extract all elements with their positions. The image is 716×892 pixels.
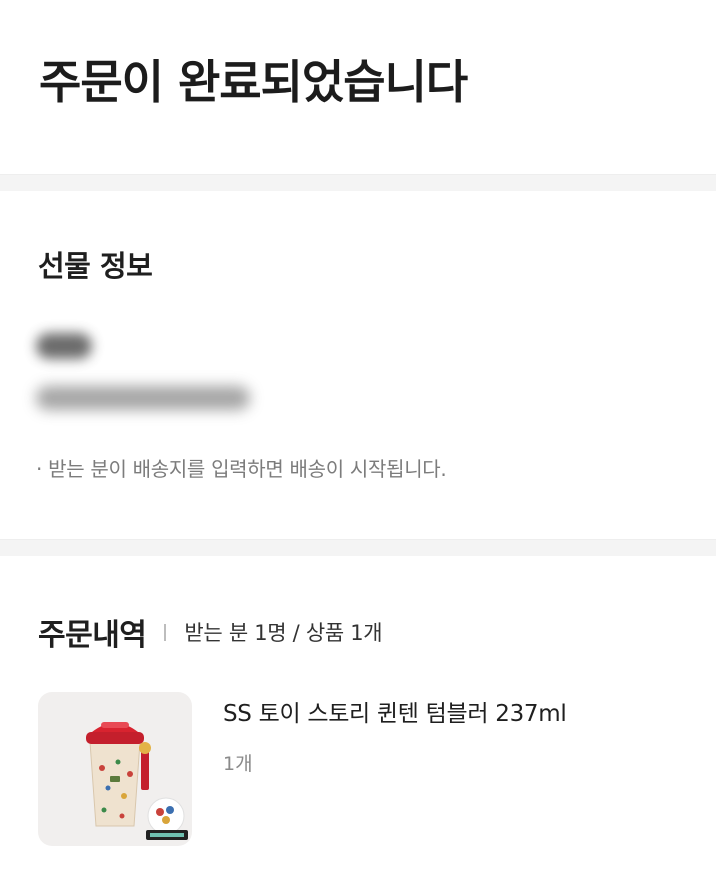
delivery-notice: · 받는 분이 배송지를 입력하면 배송이 시작됩니다. — [36, 457, 447, 481]
order-summary: 받는 분 1명 / 상품 1개 — [184, 621, 383, 645]
order-history-title: 주문내역 — [38, 618, 147, 653]
order-complete-header: 주문이 완료되었습니다 — [0, 0, 716, 174]
recipient-name-redacted — [36, 333, 92, 359]
recipient-phone-redacted — [36, 386, 250, 410]
page-title: 주문이 완료되었습니다 — [39, 55, 468, 109]
product-quantity: 1개 — [223, 753, 253, 775]
section-divider — [0, 174, 716, 191]
gift-info-title: 선물 정보 — [38, 249, 153, 283]
section-divider — [0, 539, 716, 556]
order-item[interactable]: SS 토이 스토리 퀸텐 텀블러 237ml 1개 — [38, 692, 567, 846]
order-item-info: SS 토이 스토리 퀸텐 텀블러 237ml 1개 — [223, 692, 567, 846]
order-history-section: 주문내역 받는 분 1명 / 상품 1개 SS 토이 스토리 퀸텐 텀블러 23… — [0, 556, 716, 892]
product-name[interactable]: SS 토이 스토리 퀸텐 텀블러 237ml — [223, 694, 567, 728]
order-history-header: 주문내역 받는 분 1명 / 상품 1개 — [38, 610, 383, 654]
header-separator — [164, 623, 167, 641]
tumbler-illustration — [86, 722, 188, 840]
gift-info-section: 선물 정보 · 받는 분이 배송지를 입력하면 배송이 시작됩니다. — [0, 191, 716, 539]
tumbler-image[interactable] — [38, 692, 192, 846]
